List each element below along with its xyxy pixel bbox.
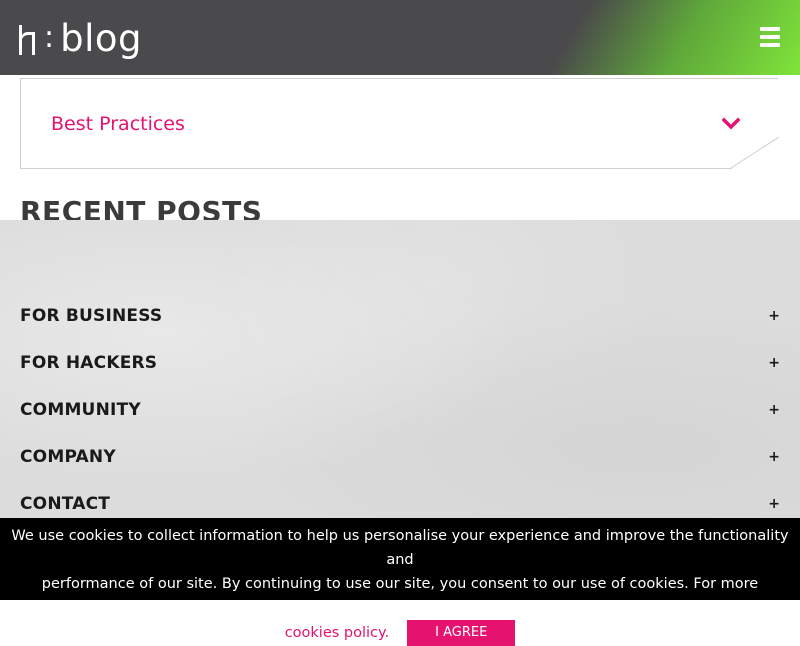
- i-agree-button[interactable]: I AGREE: [407, 620, 516, 646]
- footer-item-label: COMPANY: [20, 447, 116, 467]
- plus-icon: +: [768, 308, 780, 324]
- cookie-text-line-2: performance of our site. By continuing t…: [41, 576, 759, 616]
- category-selected-label: Best Practices: [51, 113, 185, 135]
- cookie-text-line-1: We use cookies to collect information to…: [11, 528, 789, 568]
- footer-item-label: CONTACT: [20, 494, 111, 514]
- plus-icon: +: [768, 496, 780, 512]
- blog-logo[interactable]: : blog: [18, 18, 142, 62]
- plus-icon: +: [768, 449, 780, 465]
- footer-item-community[interactable]: COMMUNITY +: [20, 396, 780, 426]
- category-dropdown[interactable]: Best Practices: [20, 78, 779, 169]
- hamburger-menu-icon[interactable]: [760, 27, 780, 49]
- dropdown-corner-decoration: [731, 137, 779, 169]
- footer-item-label: FOR BUSINESS: [20, 306, 163, 326]
- plus-icon: +: [768, 355, 780, 371]
- footer-item-for-business[interactable]: FOR BUSINESS +: [20, 302, 780, 332]
- h1-logo-icon: [19, 25, 35, 55]
- cookies-policy-link[interactable]: cookies policy.: [285, 625, 389, 641]
- footer-item-company[interactable]: COMPANY +: [20, 443, 780, 473]
- cookie-banner: We use cookies to collect information to…: [0, 518, 800, 646]
- site-header: : blog: [0, 0, 800, 75]
- footer-item-contact[interactable]: CONTACT +: [20, 490, 780, 520]
- footer-item-for-hackers[interactable]: FOR HACKERS +: [20, 349, 780, 379]
- footer-item-label: COMMUNITY: [20, 400, 141, 420]
- plus-icon: +: [768, 402, 780, 418]
- logo-text: blog: [60, 16, 142, 60]
- logo-colon: :: [44, 20, 55, 55]
- chevron-down-icon: [722, 117, 740, 130]
- footer-item-label: FOR HACKERS: [20, 353, 158, 373]
